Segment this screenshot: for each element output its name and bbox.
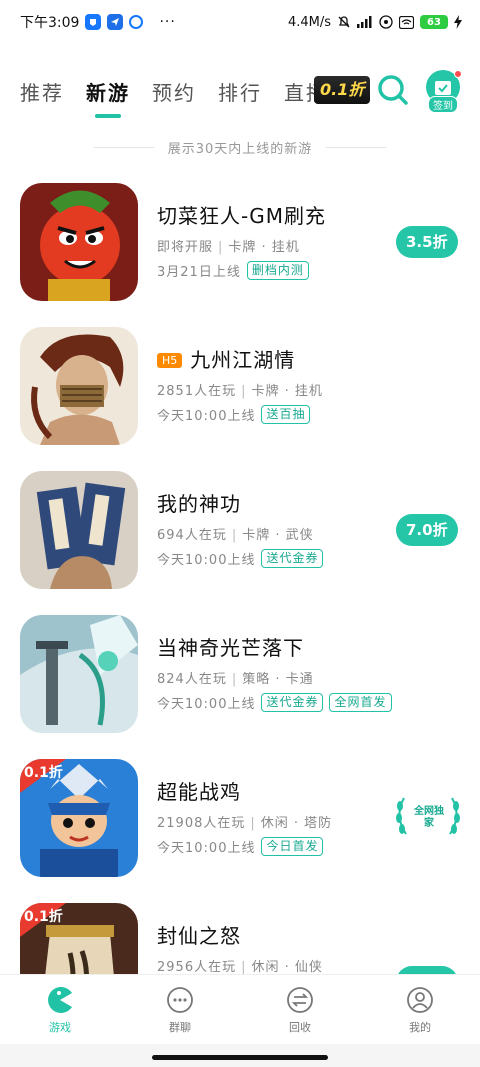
corner-discount-label: 0.1折 <box>24 764 63 781</box>
game-item[interactable]: 切菜狂人-GM刷充 即将开服 | 卡牌 · 挂机 3月21日上线 删档内测 3.5折 <box>0 180 480 301</box>
category-tabs: 推荐 新游 预约 排行 直播 0.1折 签到 <box>0 66 480 116</box>
game-release: 今天10:00上线 送百抽 <box>157 405 311 424</box>
discount-badge[interactable]: 7.0折 <box>396 514 458 546</box>
nav-item-games[interactable]: 游戏 <box>0 975 120 1044</box>
tab-ranking[interactable]: 排行 <box>218 77 262 106</box>
martial-arts-books-icon <box>20 471 138 589</box>
notification-send-icon <box>107 14 124 30</box>
nav-item-group-chat[interactable]: 群聊 <box>120 975 240 1044</box>
game-release: 今天10:00上线 送代金券 全网首发 <box>157 693 392 712</box>
hot-pepper-warrior-icon <box>20 183 138 301</box>
game-release: 今天10:00上线 今日首发 <box>157 837 324 856</box>
notification-circle-icon <box>129 15 144 29</box>
unread-dot <box>454 70 462 78</box>
game-tag: 今日首发 <box>261 837 324 856</box>
pacman-icon <box>48 987 72 1013</box>
wifi-icon <box>399 15 414 29</box>
charging-icon <box>454 15 462 29</box>
new-games-notice: 展示30天内上线的新游 <box>0 134 480 160</box>
signin-label: 签到 <box>428 96 458 113</box>
game-tag: 送百抽 <box>261 405 311 424</box>
game-meta: 2851人在玩 | 卡牌 · 挂机 <box>157 384 323 399</box>
game-meta: 824人在玩 | 策略 · 卡通 <box>157 672 314 687</box>
exchange-icon <box>287 987 313 1013</box>
hotspot-icon <box>379 15 393 29</box>
game-tag: 删档内测 <box>246 261 309 280</box>
tab-recommend[interactable]: 推荐 <box>20 77 64 106</box>
search-icon[interactable] <box>376 73 410 107</box>
nav-label: 回收 <box>289 1021 311 1034</box>
armored-chicken-hero-icon: 0.1折 <box>20 759 138 877</box>
battery-icon: 63 <box>420 15 448 29</box>
chat-bubble-icon <box>167 987 193 1013</box>
game-title: 封仙之怒 <box>157 924 241 948</box>
divider-right <box>326 146 387 148</box>
game-item[interactable]: 当神奇光芒落下 824人在玩 | 策略 · 卡通 今天10:00上线 送代金券 全网… <box>0 612 480 733</box>
game-meta: 2956人在玩 | 休闲 · 仙侠 <box>157 960 323 974</box>
status-time: 下午3:09 <box>20 15 80 31</box>
immortal-tablet-icon: 0.1折 <box>20 903 138 974</box>
game-tag: 全网首发 <box>329 693 392 712</box>
nav-item-profile[interactable]: 我的 <box>360 975 480 1044</box>
game-title: 切菜狂人-GM刷充 <box>157 204 326 228</box>
game-list: 切菜狂人-GM刷充 即将开服 | 卡牌 · 挂机 3月21日上线 删档内测 3.5折… <box>0 180 480 974</box>
status-bar: 下午3:09 ··· 4.4M/s 63 <box>0 0 480 44</box>
discount-badge[interactable]: 0.1折 <box>396 966 458 974</box>
more-notifications-icon: ··· <box>159 14 176 30</box>
game-title: 我的神功 <box>157 492 241 516</box>
exclusive-label: 全网独家 <box>414 806 444 829</box>
game-meta: 21908人在玩 | 休闲 · 塔防 <box>157 816 333 831</box>
tab-new-games[interactable]: 新游 <box>86 77 130 106</box>
corner-discount-label: 0.1折 <box>24 908 63 925</box>
game-title: H5 九州江湖情 <box>157 344 295 373</box>
h5-badge: H5 <box>157 353 183 368</box>
discount-badge[interactable]: 3.5折 <box>396 226 458 258</box>
nav-label: 游戏 <box>49 1021 71 1034</box>
nav-item-recycle[interactable]: 回收 <box>240 975 360 1044</box>
mute-bell-icon <box>338 16 350 28</box>
tab-discount-promo[interactable]: 0.1折 <box>314 76 371 104</box>
profile-icon <box>407 987 433 1013</box>
game-tag: 送代金券 <box>261 693 324 712</box>
game-meta: 即将开服 | 卡牌 · 挂机 <box>157 240 300 255</box>
game-meta: 694人在玩 | 卡牌 · 武侠 <box>157 528 314 543</box>
nav-label: 群聊 <box>169 1021 191 1034</box>
game-title: 当神奇光芒落下 <box>157 636 304 660</box>
nav-label: 我的 <box>409 1021 431 1034</box>
notification-app-icon <box>85 14 102 30</box>
game-item[interactable]: 0.1折 超能战鸡 21908人在玩 | 休闲 · 塔防 今天10:00上线 今日首… <box>0 756 480 877</box>
bottom-nav: 游戏 群聊 回收 我的 <box>0 974 480 1044</box>
sword-beam-icon <box>20 615 138 733</box>
status-left: 下午3:09 ··· <box>20 12 176 32</box>
signal-icon <box>357 16 372 28</box>
notice-text: 展示30天内上线的新游 <box>167 141 313 157</box>
signin-button[interactable]: 签到 <box>426 70 462 113</box>
home-indicator[interactable] <box>152 1055 328 1060</box>
masked-swordsman-icon <box>20 327 138 445</box>
game-release: 3月21日上线 删档内测 <box>157 261 309 280</box>
game-item[interactable]: 0.1折 封仙之怒 2956人在玩|休闲 · 仙侠 0.1折 <box>0 900 480 974</box>
game-release: 今天10:00上线 送代金券 <box>157 549 324 568</box>
divider-left <box>93 146 154 148</box>
game-tag: 送代金券 <box>261 549 324 568</box>
game-item[interactable]: 我的神功 694人在玩 | 卡牌 · 武侠 今天10:00上线 送代金券 7.0折 <box>0 468 480 589</box>
game-item[interactable]: H5 九州江湖情 2851人在玩 | 卡牌 · 挂机 今天10:00上线 送百抽 <box>0 324 480 445</box>
tab-reserve[interactable]: 预约 <box>152 77 196 106</box>
network-speed: 4.4M/s <box>287 14 331 30</box>
status-right: 4.4M/s 63 <box>288 15 462 30</box>
game-title: 超能战鸡 <box>157 780 241 804</box>
